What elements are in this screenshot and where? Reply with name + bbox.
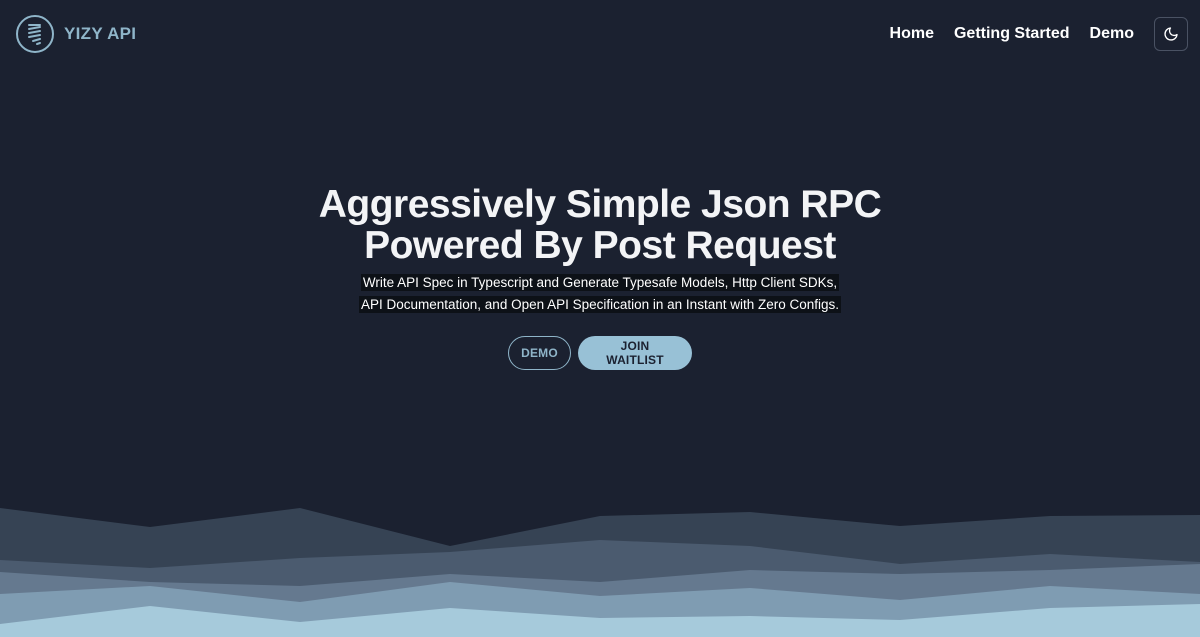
hero: Aggressively Simple Json RPC Powered By …	[0, 184, 1200, 370]
hero-subtitle: Write API Spec in Typescript and Generat…	[358, 272, 842, 316]
nav-demo[interactable]: Demo	[1090, 25, 1134, 43]
theme-toggle-button[interactable]	[1154, 17, 1188, 51]
nav-getting-started[interactable]: Getting Started	[954, 25, 1070, 43]
join-waitlist-button[interactable]: JOIN WAITLIST	[578, 336, 692, 370]
hero-title-line-1: Aggressively Simple Json RPC	[318, 183, 882, 226]
hero-subtitle-line-1: Write API Spec in Typescript and Generat…	[360, 274, 840, 291]
hero-title-line-2: Powered By Post Request	[364, 224, 836, 267]
moon-icon	[1164, 27, 1178, 41]
nav-home[interactable]: Home	[890, 25, 934, 43]
brand[interactable]: YIZY API	[16, 15, 136, 53]
navbar: YIZY API Home Getting Started Demo	[0, 0, 1200, 68]
main-nav: Home Getting Started Demo	[890, 17, 1188, 51]
wave-decoration	[0, 508, 1200, 637]
demo-button[interactable]: DEMO	[508, 336, 571, 370]
brand-name: YIZY API	[64, 24, 137, 43]
cta-group: DEMO JOIN WAITLIST	[508, 336, 692, 370]
hero-title: Aggressively Simple Json RPC Powered By …	[319, 184, 882, 266]
hero-subtitle-line-2: API Documentation, and Open API Specific…	[358, 296, 842, 313]
spring-coil-icon	[16, 15, 54, 53]
